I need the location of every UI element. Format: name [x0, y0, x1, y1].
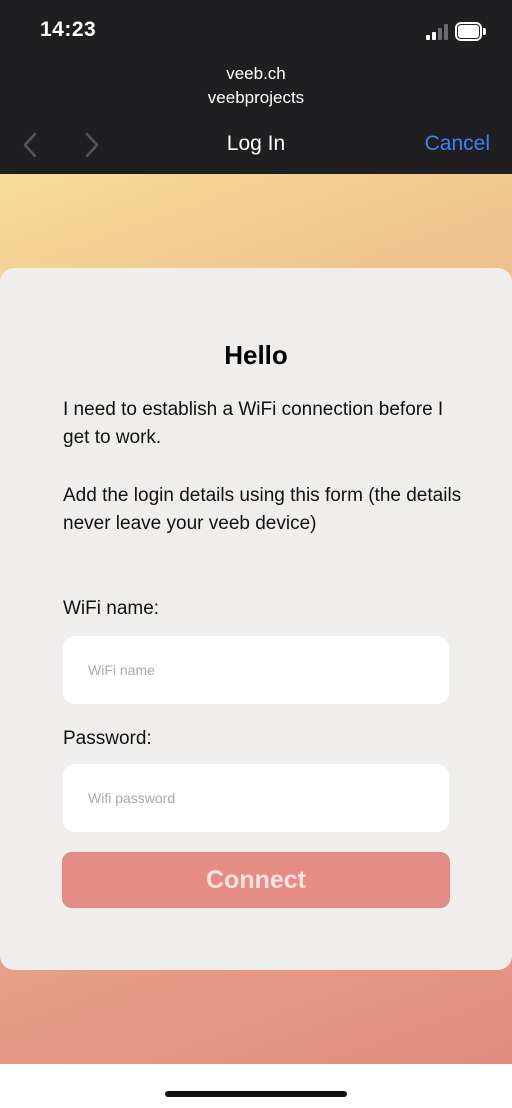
- site-domain: veeb.ch: [226, 64, 286, 83]
- home-indicator[interactable]: [165, 1091, 347, 1097]
- intro-text: I need to establish a WiFi connection be…: [63, 399, 444, 448]
- status-time: 14:23: [40, 18, 97, 41]
- card-title: Hello: [224, 340, 288, 370]
- cellular-signal-icon: [426, 23, 448, 40]
- wifi-name-label: WiFi name:: [63, 598, 160, 619]
- browser-header: 14:23 veeb.ch veebprojects Log In Cancel: [0, 0, 512, 174]
- page-title-text: Log In: [226, 132, 286, 155]
- password-label: Password:: [63, 728, 152, 749]
- connect-button[interactable]: Connect: [62, 852, 450, 908]
- site-subdomain: veebprojects: [207, 88, 305, 107]
- wifi-name-input[interactable]: [63, 636, 449, 704]
- privacy-text: Add the login details using this form (t…: [63, 485, 462, 534]
- battery-icon: [455, 22, 486, 41]
- bottom-bar: [0, 1064, 512, 1108]
- wifi-password-input[interactable]: [63, 764, 449, 832]
- cancel-button[interactable]: Cancel: [425, 132, 490, 156]
